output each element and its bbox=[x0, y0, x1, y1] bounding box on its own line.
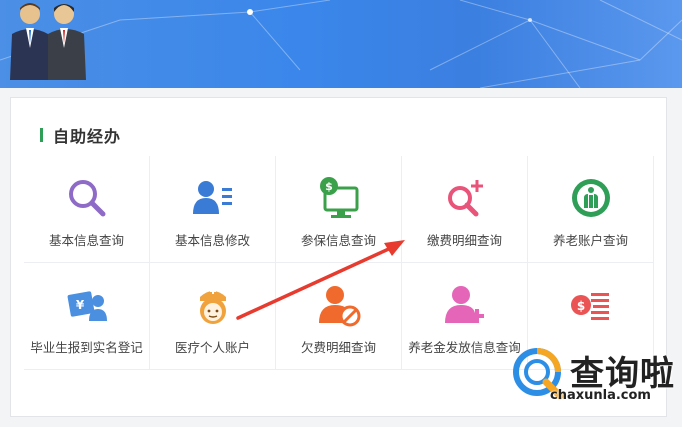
pension-logo-icon bbox=[571, 179, 610, 217]
watermark: 查询啦 chaxunla.com bbox=[510, 342, 680, 412]
search-icon bbox=[68, 180, 105, 217]
service-arrears-detail-query[interactable]: 欠费明细查询 bbox=[276, 263, 402, 370]
service-label: 养老账户查询 bbox=[552, 233, 628, 248]
service-label: 养老金发放信息查询 bbox=[408, 340, 521, 355]
user-list-icon bbox=[192, 181, 232, 214]
network-lines-decoration bbox=[0, 0, 682, 88]
nurse-icon bbox=[199, 288, 226, 324]
top-banner bbox=[0, 0, 682, 88]
service-label: 缴费明细查询 bbox=[426, 233, 502, 248]
business-people-illustration bbox=[10, 3, 86, 80]
service-label: 基本信息查询 bbox=[48, 233, 124, 248]
watermark-url: chaxunla.com bbox=[550, 388, 651, 403]
service-grid: 基本信息查询 基本信息修改 $ 参保信息查询 缴费明细查询 养老账户查询 ¥ 毕… bbox=[24, 156, 656, 370]
svg-text:$: $ bbox=[325, 180, 333, 193]
money-list-icon: $ bbox=[570, 293, 609, 320]
user-plus-icon bbox=[444, 286, 484, 323]
service-basic-info-edit[interactable]: 基本信息修改 bbox=[150, 156, 276, 263]
monitor-dollar-icon: $ bbox=[319, 177, 358, 218]
service-label: 医疗个人账户 bbox=[174, 340, 250, 355]
service-graduate-registration[interactable]: ¥ 毕业生报到实名登记 bbox=[24, 263, 150, 370]
svg-text:¥: ¥ bbox=[75, 298, 84, 312]
svg-text:$: $ bbox=[576, 299, 584, 313]
service-label: 参保信息查询 bbox=[300, 233, 376, 248]
service-label: 毕业生报到实名登记 bbox=[30, 340, 143, 355]
service-label: 欠费明细查询 bbox=[300, 340, 376, 355]
search-plus-icon bbox=[447, 180, 483, 217]
user-block-icon bbox=[318, 286, 360, 327]
section-header: 自助经办 bbox=[40, 125, 122, 146]
service-pension-account-query[interactable]: 养老账户查询 bbox=[528, 156, 654, 263]
service-payment-detail-query[interactable]: 缴费明细查询 bbox=[402, 156, 528, 263]
service-label: 基本信息修改 bbox=[174, 233, 250, 248]
graduate-card-icon: ¥ bbox=[67, 291, 107, 321]
service-medical-personal-account[interactable]: 医疗个人账户 bbox=[150, 263, 276, 370]
service-insurance-info-query[interactable]: $ 参保信息查询 bbox=[276, 156, 402, 263]
section-title-marker bbox=[40, 128, 43, 142]
section-title: 自助经办 bbox=[53, 127, 122, 146]
service-basic-info-query[interactable]: 基本信息查询 bbox=[24, 156, 150, 263]
